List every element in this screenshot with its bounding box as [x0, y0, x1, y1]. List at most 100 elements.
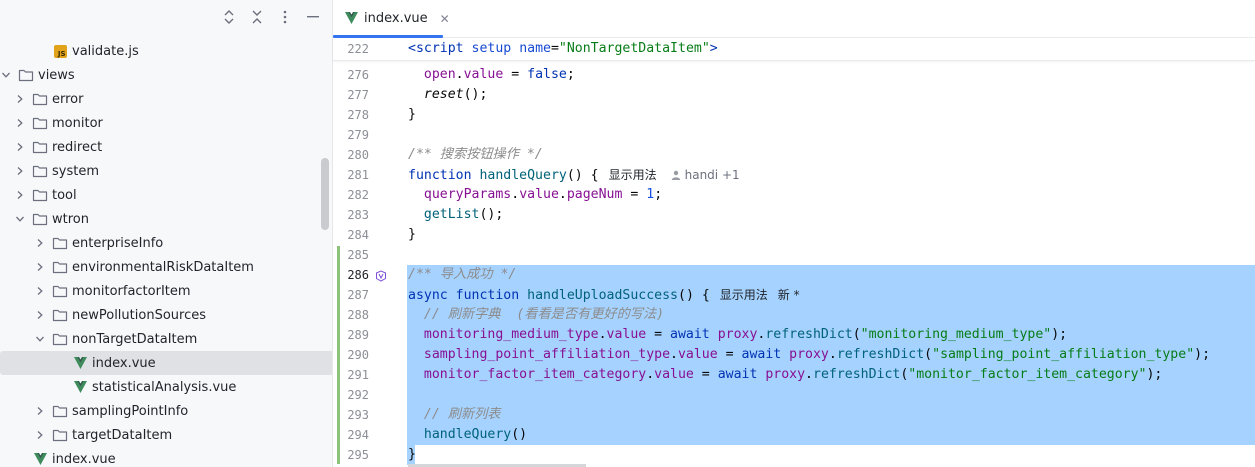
code-line[interactable]: 285	[333, 245, 1255, 265]
code-line[interactable]: 291 monitor_factor_item_category.value =…	[333, 365, 1255, 385]
tree-item[interactable]: wtron	[0, 207, 332, 231]
tree-item[interactable]: targetDataItem	[0, 423, 332, 447]
chevron-right-icon[interactable]	[34, 405, 46, 417]
code-line[interactable]: 289 monitoring_medium_type.value = await…	[333, 325, 1255, 345]
code-line[interactable]: 286/** 导入成功 */	[333, 265, 1255, 285]
code-token: =	[693, 367, 718, 382]
chevron-right-icon[interactable]	[14, 93, 26, 105]
code-text: }	[408, 106, 416, 124]
tree-item[interactable]: newPollutionSources	[0, 303, 332, 327]
chevron-right-icon[interactable]	[34, 237, 46, 249]
code-token: ;	[566, 67, 575, 82]
code-line[interactable]: 283 getList();	[333, 205, 1255, 225]
minimize-icon[interactable]	[304, 8, 322, 26]
code-token: "monitoring_medium_type"	[860, 327, 1052, 342]
chevron-right-icon[interactable]	[34, 429, 46, 441]
usages-hint[interactable]: 显示用法	[609, 168, 657, 182]
code-token: );	[1146, 367, 1163, 382]
tree-item[interactable]: nonTargetDataItem	[0, 327, 332, 351]
code-text: }	[408, 226, 416, 244]
code-token: monitoring_medium_type	[423, 327, 599, 342]
code-line[interactable]: 284}	[333, 225, 1255, 245]
chevron-right-icon[interactable]	[14, 141, 26, 153]
code-text: queryParams.value.pageNum = 1;	[408, 186, 662, 204]
code-area[interactable]: 276 open.value = false; 277 reset(); 278} 2…	[333, 65, 1255, 467]
folder-icon	[52, 403, 68, 419]
chevron-down-icon[interactable]	[34, 333, 46, 345]
tree-item[interactable]: samplingPointInfo	[0, 399, 332, 423]
code-token: }	[408, 227, 416, 242]
line-number: 276	[347, 68, 369, 82]
usages-hint[interactable]: 显示用法	[720, 288, 768, 302]
tab-index-vue[interactable]: index.vue ✕	[333, 0, 450, 38]
chevron-down-icon[interactable]	[0, 69, 12, 81]
code-token: .	[598, 327, 607, 342]
chevron-right-icon[interactable]	[34, 261, 46, 273]
tree-item[interactable]: views	[0, 63, 320, 87]
code-token: value	[606, 327, 647, 342]
tree-item[interactable]: statisticalAnalysis.vue	[0, 375, 332, 399]
code-line[interactable]: 290 sampling_point_affiliation_type.valu…	[333, 345, 1255, 365]
code-line[interactable]: 292	[333, 385, 1255, 405]
close-icon[interactable]: ✕	[440, 12, 450, 26]
code-line[interactable]: 287 async function handleUploadSuccess() …	[333, 285, 1255, 305]
line-number: 284	[347, 228, 369, 242]
tree-item[interactable]: environmentalRiskDataItem	[0, 255, 332, 279]
vue-component-gutter-icon[interactable]	[375, 267, 387, 286]
tree-item[interactable]: index.vue	[0, 447, 332, 467]
code-line[interactable]: 293 // 刷新列表	[333, 405, 1255, 425]
tree-item[interactable]: tool	[0, 183, 332, 207]
tree-item-label: enterpriseInfo	[72, 235, 164, 251]
chevron-right-icon[interactable]	[34, 309, 46, 321]
tree-item[interactable]: error	[0, 87, 332, 111]
tree-item[interactable]: enterpriseInfo	[0, 231, 332, 255]
tree-item-label: index.vue	[92, 355, 156, 371]
code-token: .	[511, 187, 520, 202]
chevron-right-icon[interactable]	[14, 165, 26, 177]
tree-scrollbar[interactable]	[321, 158, 329, 230]
tree-item[interactable]: system	[0, 159, 332, 183]
code-line[interactable]: 288 // 刷新字典 (看看是否有更好的写法)	[333, 305, 1255, 325]
more-options-icon[interactable]	[276, 8, 294, 26]
vue-file-icon	[32, 451, 48, 467]
code-line[interactable]: 278}	[333, 105, 1255, 125]
code-token: (	[852, 327, 861, 342]
selection-highlight	[407, 265, 1255, 285]
collapse-all-icon[interactable]	[248, 8, 266, 26]
code-line[interactable]: 281 function handleQuery() {显示用法 handi +1	[333, 165, 1255, 185]
tree-item[interactable]: JS validate.js	[0, 39, 332, 63]
chevron-down-icon[interactable]	[14, 213, 26, 225]
code-token: queryParams	[423, 187, 512, 202]
code-line[interactable]: 276 open.value = false;	[333, 65, 1255, 85]
tree-item[interactable]: redirect	[0, 135, 332, 159]
code-text: monitoring_medium_type.value = await pro…	[408, 326, 1067, 344]
vcs-change-marker[interactable]	[337, 246, 340, 464]
code-line[interactable]: 279	[333, 125, 1255, 145]
tree-item[interactable]: monitorfactorItem	[0, 279, 332, 303]
code-line[interactable]: 280 /** 搜索按钮操作 */	[333, 145, 1255, 165]
expand-all-icon[interactable]	[220, 8, 238, 26]
chevron-right-icon[interactable]	[14, 117, 26, 129]
code-token: // 刷新字典 (看看是否有更好的写法)	[423, 307, 665, 322]
code-line[interactable]: 295}	[333, 445, 1255, 465]
code-line[interactable]: 294 handleQuery()	[333, 425, 1255, 445]
code-line[interactable]: 277 reset();	[333, 85, 1255, 105]
code-text: /** 导入成功 */	[408, 266, 516, 284]
chevron-right-icon[interactable]	[14, 189, 26, 201]
tree-item[interactable]: index.vue	[0, 351, 332, 375]
code-line[interactable]: 282 queryParams.value.pageNum = 1;	[333, 185, 1255, 205]
code-token: await	[741, 347, 782, 362]
code-token: /** 导入成功 */	[408, 267, 517, 282]
code-token: await	[717, 367, 758, 382]
chevron-right-icon[interactable]	[34, 285, 46, 297]
tree-item-label: index.vue	[52, 451, 116, 467]
folder-icon	[52, 259, 68, 275]
author-hint[interactable]: handi +1	[671, 168, 740, 182]
new-code-badge[interactable]: 新 *	[778, 288, 800, 302]
code-text: monitor_factor_item_category.value = awa…	[408, 366, 1162, 384]
sticky-scroll-header[interactable]: 222 <script setup name="NonTargetDataIte…	[333, 38, 1255, 61]
tree-item[interactable]: monitor	[0, 111, 332, 135]
